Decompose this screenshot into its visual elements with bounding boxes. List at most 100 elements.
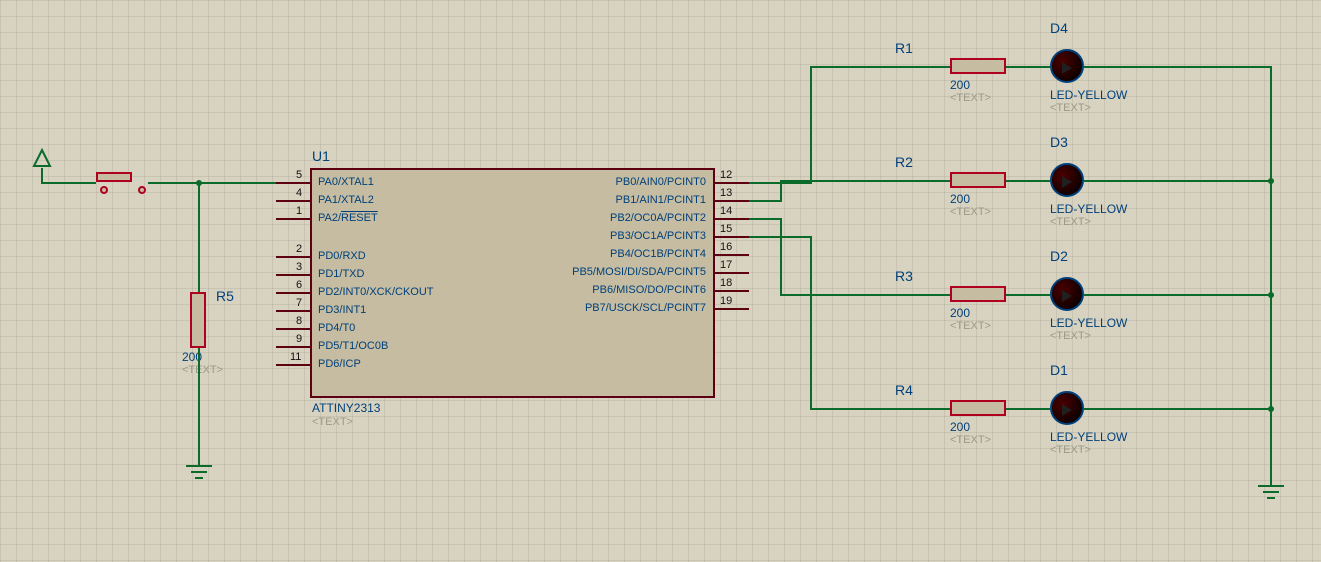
pin-line [276, 364, 310, 366]
pin-line [276, 346, 310, 348]
pin-label: PB5/MOSI/DI/SDA/PCINT5 [572, 266, 706, 278]
resistor-refdes: R2 [895, 154, 913, 170]
led-d1[interactable] [1050, 391, 1084, 425]
led-d3[interactable] [1050, 163, 1084, 197]
pin-line [715, 236, 749, 238]
led-placeholder: <TEXT> [1050, 102, 1091, 114]
wire [1084, 180, 1270, 182]
resistor-r2[interactable] [950, 172, 1006, 188]
led-part: LED-YELLOW [1050, 316, 1127, 330]
resistor-refdes: R3 [895, 268, 913, 284]
pin-label: PD2/INT0/XCK/CKOUT [318, 286, 434, 298]
pin-number: 16 [720, 241, 732, 253]
chip-refdes: U1 [312, 148, 330, 164]
wire [810, 236, 812, 410]
wire [1084, 66, 1270, 68]
wire [780, 294, 936, 296]
pin-number: 17 [720, 259, 732, 271]
pin-line [276, 218, 310, 220]
pin-number: 1 [296, 205, 302, 217]
pin-line [276, 328, 310, 330]
pin-line [276, 256, 310, 258]
resistor-r4[interactable] [950, 400, 1006, 416]
wire [1270, 66, 1272, 480]
pin-number: 15 [720, 223, 732, 235]
led-part: LED-YELLOW [1050, 430, 1127, 444]
node-icon [1268, 406, 1274, 412]
wire [780, 180, 936, 182]
wire [41, 168, 43, 182]
wire [936, 408, 950, 410]
chip-text-placeholder: <TEXT> [312, 416, 353, 428]
pin-number: 8 [296, 315, 302, 327]
pin-line [276, 200, 310, 202]
wire [749, 200, 780, 202]
pin-number: 5 [296, 169, 302, 181]
led-placeholder: <TEXT> [1050, 216, 1091, 228]
switch-terminal-icon [100, 186, 108, 194]
ground-icon [182, 458, 216, 482]
wire [198, 182, 200, 292]
resistor-refdes: R4 [895, 382, 913, 398]
pin-number: 14 [720, 205, 732, 217]
resistor-placeholder: <TEXT> [950, 320, 991, 332]
ground-icon [1254, 478, 1288, 502]
node-icon [1268, 178, 1274, 184]
switch-terminal-icon [138, 186, 146, 194]
pin-number: 9 [296, 333, 302, 345]
pin-number: 2 [296, 243, 302, 255]
pin-line [715, 182, 749, 184]
wire [1084, 408, 1270, 410]
pin-number: 4 [296, 187, 302, 199]
resistor-refdes: R1 [895, 40, 913, 56]
resistor-placeholder: <TEXT> [950, 434, 991, 446]
pin-label: PB1/AIN1/PCINT1 [616, 194, 706, 206]
wire [810, 66, 812, 184]
led-refdes: D4 [1050, 20, 1068, 36]
resistor-placeholder: <TEXT> [950, 92, 991, 104]
wire [1006, 408, 1050, 410]
resistor-value: 200 [950, 306, 970, 320]
chip-part: ATTINY2313 [312, 401, 380, 415]
wire [749, 236, 810, 238]
led-refdes: D1 [1050, 362, 1068, 378]
pin-number: 18 [720, 277, 732, 289]
pin-label: PA1/XTAL2 [318, 194, 374, 206]
led-d2[interactable] [1050, 277, 1084, 311]
pin-label: PD5/T1/OC0B [318, 340, 388, 352]
pin-number: 11 [290, 351, 301, 363]
pin-label: PB6/MISO/DO/PCINT6 [592, 284, 706, 296]
pin-label: PD6/ICP [318, 358, 361, 370]
resistor-value: 200 [950, 78, 970, 92]
pin-label: PA0/XTAL1 [318, 176, 374, 188]
pin-line [276, 310, 310, 312]
led-d4[interactable] [1050, 49, 1084, 83]
node-icon [1268, 292, 1274, 298]
pin-label: PD4/T0 [318, 322, 355, 334]
pin-number: 3 [296, 261, 302, 273]
resistor-r3[interactable] [950, 286, 1006, 302]
resistor-value: 200 [950, 192, 970, 206]
resistor-refdes: R5 [216, 288, 234, 304]
wire [198, 348, 200, 458]
wire [780, 180, 782, 202]
push-button[interactable] [96, 172, 132, 182]
wire [148, 182, 198, 184]
pin-number: 19 [720, 295, 732, 307]
resistor-r1[interactable] [950, 58, 1006, 74]
wire [810, 66, 936, 68]
led-part: LED-YELLOW [1050, 202, 1127, 216]
resistor-placeholder: <TEXT> [182, 364, 223, 376]
resistor-r5[interactable] [190, 292, 206, 348]
pin-label: PB0/AIN0/PCINT0 [616, 176, 706, 188]
wire [1006, 294, 1050, 296]
wire [749, 218, 780, 220]
resistor-placeholder: <TEXT> [950, 206, 991, 218]
wire [936, 180, 950, 182]
pin-number: 13 [720, 187, 732, 199]
pin-line [715, 218, 749, 220]
pin-line [715, 272, 749, 274]
pin-number: 6 [296, 279, 302, 291]
wire [1006, 180, 1050, 182]
pin-label: PB4/OC1B/PCINT4 [610, 248, 706, 260]
